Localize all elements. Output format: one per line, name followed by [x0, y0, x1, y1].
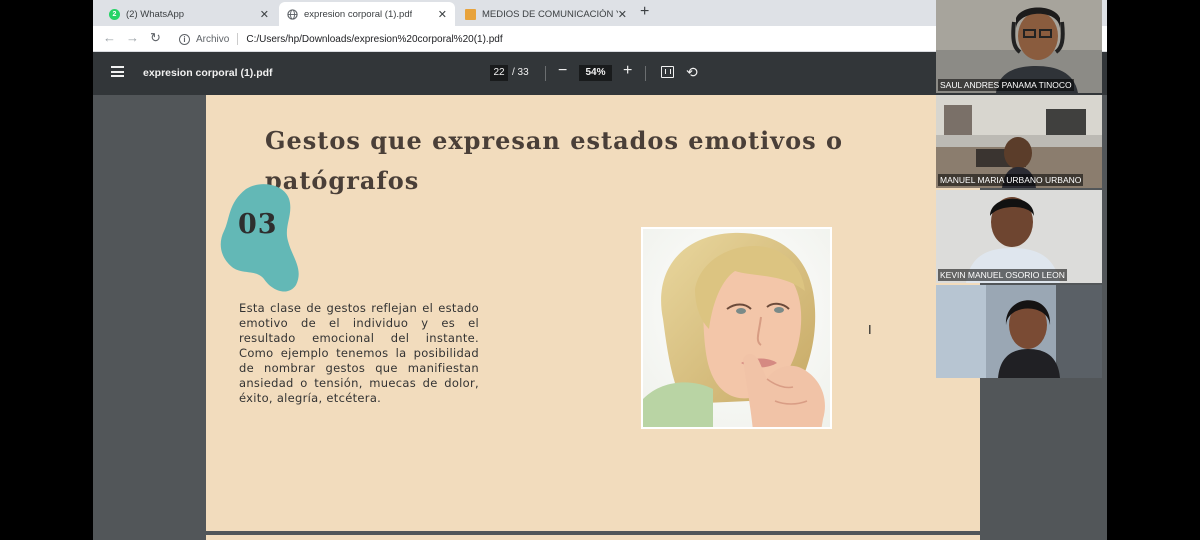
scheme-label: Archivo — [196, 33, 230, 45]
url-text[interactable]: C:/Users/hp/Downloads/expresion%20corpor… — [246, 34, 502, 45]
new-tab-button[interactable]: + — [640, 4, 649, 20]
slide-number: 03 — [238, 209, 278, 240]
participant-name: SAUL ANDRES PANAMA TINOCO — [938, 79, 1074, 91]
participant-tile[interactable]: MANUEL MARIA URBANO URBANO — [936, 95, 1102, 188]
reload-icon[interactable]: ↻ — [150, 31, 161, 45]
slides-icon — [465, 8, 476, 20]
participant-tile[interactable]: SAUL ANDRES PANAMA TINOCO — [936, 0, 1102, 93]
fit-to-page-icon[interactable] — [661, 66, 674, 78]
participant-name: KEVIN MANUEL OSORIO LEON — [938, 269, 1067, 281]
video-call-panel: SAUL ANDRES PANAMA TINOCO MANUEL MARIA U… — [936, 0, 1102, 380]
divider — [545, 66, 546, 81]
participant-tile[interactable] — [936, 285, 1102, 378]
pdf-page: Gestos que expresan estados emotivos o p… — [206, 95, 980, 531]
info-icon[interactable]: i — [179, 33, 190, 45]
page-total: / 33 — [512, 67, 529, 78]
tab-pdf[interactable]: expresion corporal (1).pdf ✕ — [279, 2, 455, 26]
forward-icon[interactable]: → — [126, 31, 139, 45]
close-icon[interactable]: ✕ — [618, 8, 627, 21]
participant-name: MANUEL MARIA URBANO URBANO — [938, 174, 1084, 186]
tab-label: MEDIOS DE COMUNICACIÓN Y S... — [482, 8, 618, 20]
slide-body-text: Esta clase de gestos reflejan el estado … — [239, 301, 479, 405]
url-field[interactable]: i Archivo C:/Users/hp/Downloads/expresio… — [173, 29, 873, 49]
divider — [645, 66, 646, 81]
tab-medios[interactable]: MEDIOS DE COMUNICACIÓN Y S... ✕ — [457, 2, 635, 26]
tab-label: expresion corporal (1).pdf — [304, 8, 413, 20]
woman-biting-finger-photo — [641, 227, 832, 429]
divider — [237, 33, 239, 45]
slide-title: Gestos que expresan estados emotivos o p… — [265, 126, 844, 195]
participant-tile[interactable]: KEVIN MANUEL OSORIO LEON — [936, 190, 1102, 283]
document-title: expresion corporal (1).pdf — [143, 67, 273, 79]
whatsapp-icon: 2 — [109, 8, 120, 20]
zoom-out-button[interactable]: − — [558, 62, 567, 80]
menu-icon[interactable] — [111, 66, 124, 77]
globe-icon — [287, 8, 298, 20]
text-cursor-icon: I — [868, 322, 872, 337]
tab-label: (2) WhatsApp — [126, 8, 185, 20]
zoom-in-button[interactable]: + — [623, 62, 632, 80]
zoom-level-input[interactable]: 54% — [579, 65, 612, 81]
participant-video — [936, 285, 1102, 378]
close-icon[interactable]: ✕ — [260, 8, 269, 21]
rotate-icon[interactable]: ⟲ — [686, 64, 698, 81]
back-icon[interactable]: ← — [103, 31, 116, 45]
tab-whatsapp[interactable]: 2 (2) WhatsApp ✕ — [101, 2, 277, 26]
close-icon[interactable]: ✕ — [438, 8, 447, 21]
next-pdf-page — [206, 535, 980, 540]
page-number-input[interactable]: 22 — [490, 65, 508, 81]
